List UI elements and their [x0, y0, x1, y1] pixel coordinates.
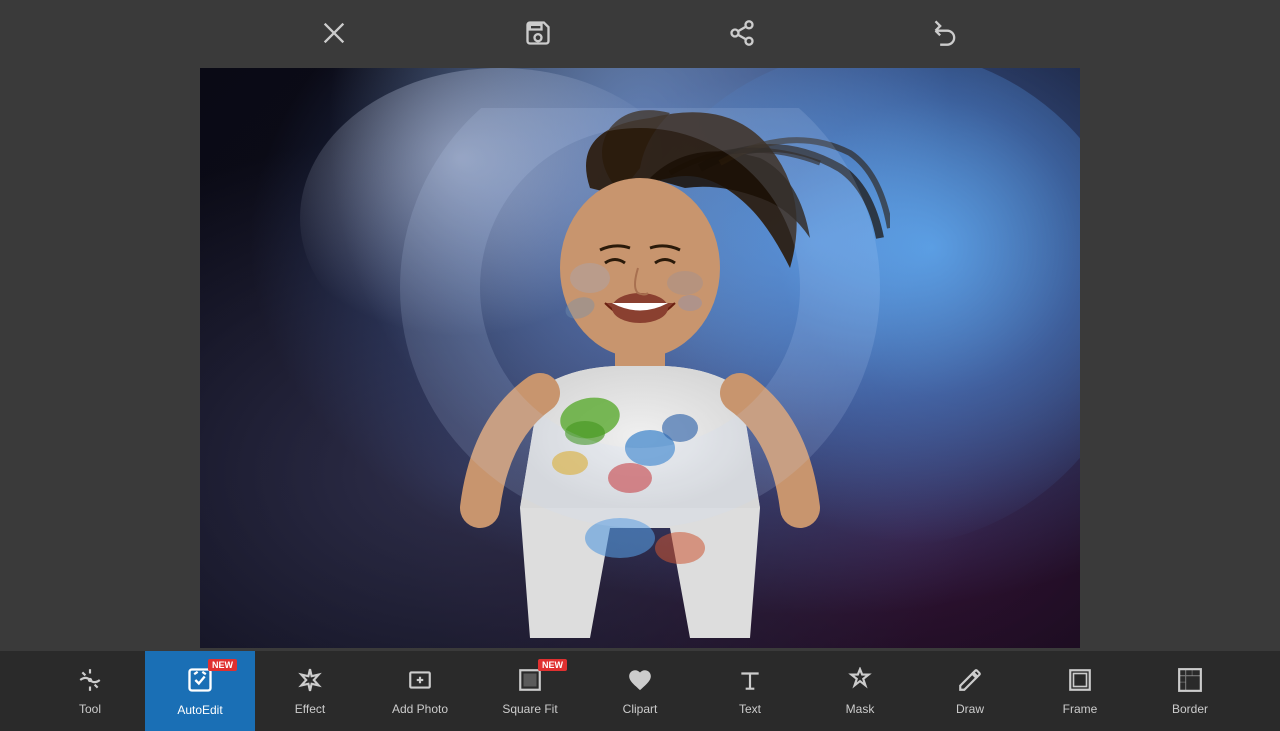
squarefit-new-badge: NEW	[538, 659, 567, 671]
top-toolbar	[0, 0, 1280, 65]
effect-label: Effect	[295, 702, 325, 716]
frame-icon	[1067, 667, 1093, 698]
frame-label: Frame	[1063, 702, 1098, 716]
effect-button[interactable]: Effect	[255, 651, 365, 731]
share-button[interactable]	[720, 11, 764, 55]
save-button[interactable]	[516, 11, 560, 55]
squarefit-label: Square Fit	[502, 702, 557, 716]
text-icon	[737, 667, 763, 698]
autoedit-button[interactable]: NEW AutoEdit	[145, 651, 255, 731]
person-figure	[390, 108, 890, 648]
squarefit-button[interactable]: NEW Square Fit	[475, 651, 585, 731]
squarefit-icon	[517, 667, 543, 698]
border-label: Border	[1172, 702, 1208, 716]
mask-button[interactable]: Mask	[805, 651, 915, 731]
text-button[interactable]: Text	[695, 651, 805, 731]
tool-button[interactable]: Tool	[35, 651, 145, 731]
autoedit-label: AutoEdit	[177, 703, 222, 717]
mask-icon	[847, 667, 873, 698]
clipart-label: Clipart	[623, 702, 658, 716]
mask-label: Mask	[846, 702, 875, 716]
photo-background	[200, 68, 1080, 648]
undo-button[interactable]	[924, 11, 968, 55]
photo-canvas	[200, 68, 1080, 648]
tool-icon	[77, 667, 103, 698]
clipart-icon	[627, 667, 653, 698]
close-button[interactable]	[312, 11, 356, 55]
text-label: Text	[739, 702, 761, 716]
draw-label: Draw	[956, 702, 984, 716]
effect-icon	[297, 667, 323, 698]
addphoto-label: Add Photo	[392, 702, 448, 716]
frame-button[interactable]: Frame	[1025, 651, 1135, 731]
addphoto-button[interactable]: Add Photo	[365, 651, 475, 731]
draw-icon	[957, 667, 983, 698]
draw-button[interactable]: Draw	[915, 651, 1025, 731]
border-icon	[1177, 667, 1203, 698]
tool-label: Tool	[79, 702, 101, 716]
bottom-toolbar: Tool NEW AutoEdit Effect Add	[0, 651, 1280, 731]
autoedit-new-badge: NEW	[208, 659, 237, 671]
canvas-area	[0, 65, 1280, 651]
addphoto-icon	[407, 667, 433, 698]
border-button[interactable]: Border	[1135, 651, 1245, 731]
clipart-button[interactable]: Clipart	[585, 651, 695, 731]
